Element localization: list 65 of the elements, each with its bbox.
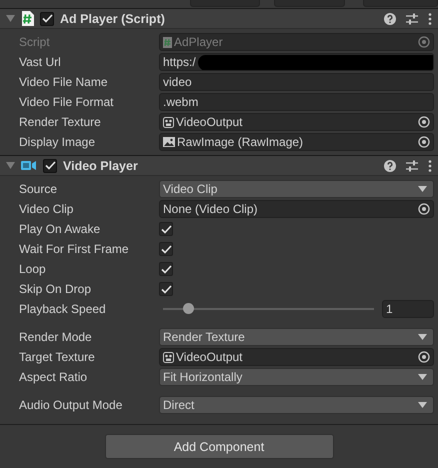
number-field[interactable]: 1 [382,300,434,318]
object-field[interactable]: VideoOutput [159,113,434,131]
enabled-checkbox[interactable] [43,158,57,172]
caret-icon [418,402,427,408]
foldout-arrow-icon[interactable] [6,162,14,169]
property-label: Wait For First Frame [18,242,130,256]
text-field[interactable]: video [159,73,434,91]
property-label: Script [18,35,51,49]
property-label: Aspect Ratio [18,370,88,384]
dropdown[interactable]: Fit Horizontally [159,368,434,386]
field-edge [274,0,345,7]
object-field[interactable]: None (Video Clip) [159,200,434,218]
more-options-icon[interactable] [428,12,432,24]
object-field[interactable]: RawImage (RawImage) [159,133,434,151]
component-header[interactable]: Video Player [0,155,438,176]
texture-icon [163,352,174,362]
object-picker-icon[interactable] [418,136,430,148]
property-label: Render Mode [18,330,93,344]
property-label: Target Texture [18,350,96,364]
text-field[interactable]: .webm [159,93,434,111]
property-label: Video File Name [18,75,108,89]
sliders-icon[interactable] [406,160,418,172]
property-label: Audio Output Mode [18,398,124,412]
caret-icon [418,186,427,192]
texture-icon [163,116,174,128]
enabled-checkbox[interactable] [40,12,54,26]
script-icon [163,36,172,48]
sliders-icon[interactable] [406,12,418,24]
property-label: Loop [18,262,47,276]
checkbox[interactable] [159,242,173,256]
caret-icon [418,374,427,380]
checkbox[interactable] [159,262,173,276]
property-label: Play On Awake [18,222,102,236]
property-label: Source [18,182,58,196]
property-label: Video Clip [18,202,74,216]
property-label: Vast Url [18,55,62,69]
property-label: Video File Format [18,95,114,109]
caret-icon [418,334,427,340]
property-label: Playback Speed [18,302,107,316]
object-picker-icon[interactable] [418,351,430,363]
text-field[interactable]: https:/ [159,53,434,71]
object-picker-icon[interactable] [418,203,430,215]
object-field[interactable]: VideoOutput [159,348,434,366]
component-header[interactable]: Ad Player (Script) [0,8,438,29]
help-icon[interactable] [384,12,396,24]
help-icon[interactable] [384,160,396,172]
field-edge [190,0,260,7]
object-picker-icon[interactable] [418,116,430,128]
add-component-button[interactable]: Add Component [104,434,334,459]
slider-thumb[interactable] [183,303,194,314]
dropdown[interactable]: Direct [159,396,434,414]
image-icon [163,137,175,147]
component-title: Ad Player (Script) [60,12,166,26]
foldout-arrow-icon[interactable] [6,15,14,22]
property-label: Skip On Drop [18,282,92,296]
dropdown[interactable]: Video Clip [159,180,434,198]
more-options-icon[interactable] [428,160,432,172]
component-title: Video Player [63,158,139,172]
script-icon [21,11,34,26]
property-label: Display Image [18,135,96,149]
property-label: Render Texture [18,115,102,129]
checkbox[interactable] [159,282,173,296]
video-camera-icon [21,160,37,171]
dropdown[interactable]: Render Texture [159,328,434,346]
checkbox[interactable] [159,222,173,236]
